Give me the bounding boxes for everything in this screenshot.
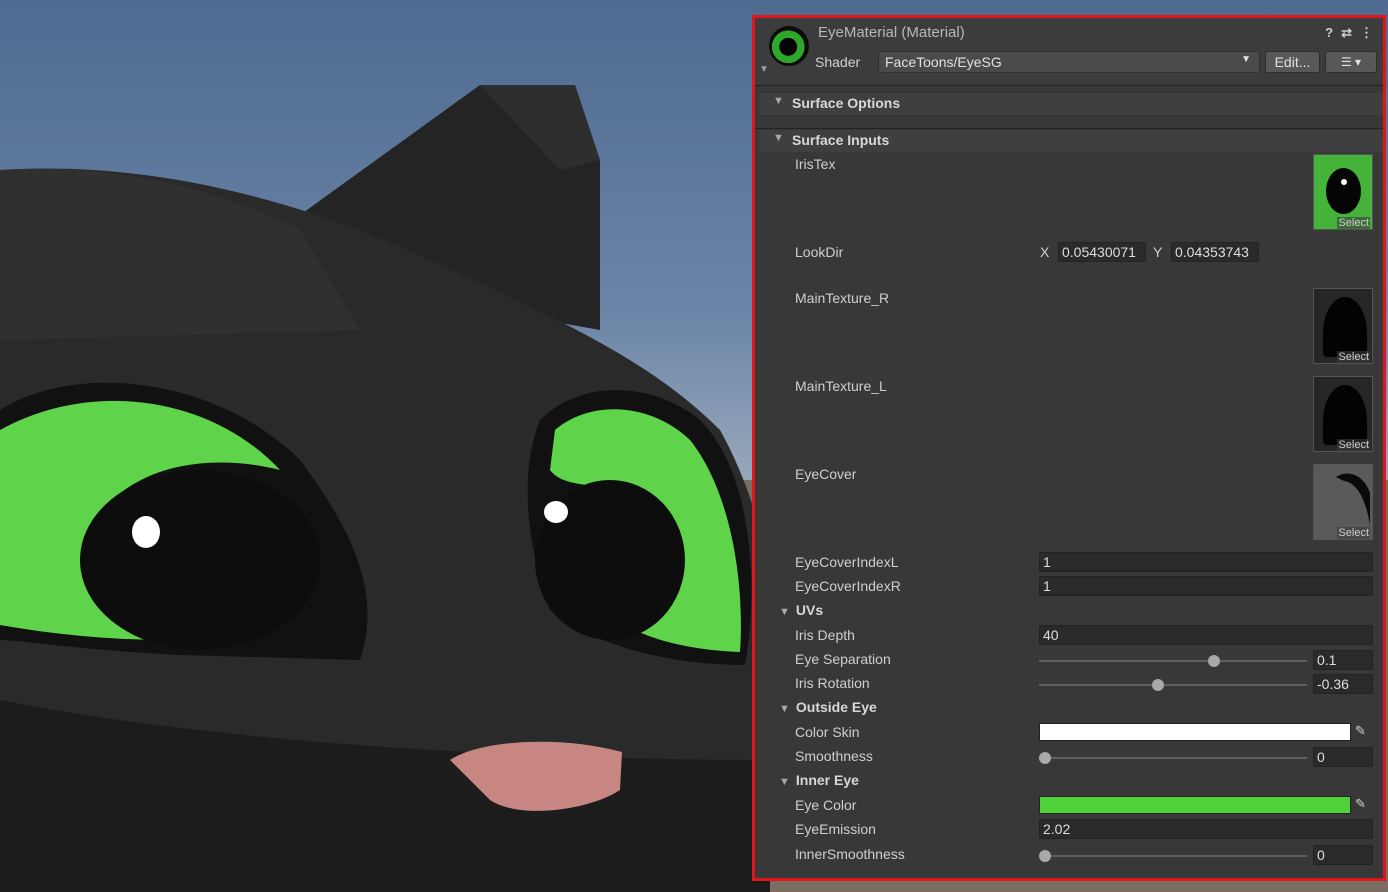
- foldout-arrow-icon: ▼: [773, 95, 784, 107]
- look-dir-y-field[interactable]: 0.04353743: [1171, 242, 1259, 262]
- eyedropper-icon[interactable]: ✎: [1355, 723, 1366, 739]
- texture-select-button[interactable]: Select: [1337, 439, 1370, 451]
- main-texture-r-slot[interactable]: Select: [1313, 288, 1373, 364]
- smoothness-field[interactable]: 0: [1313, 747, 1373, 767]
- iris-texture-slot[interactable]: Select: [1313, 154, 1373, 230]
- eye-color-label: Eye Color: [795, 797, 857, 813]
- material-title: EyeMaterial (Material): [818, 24, 965, 41]
- color-skin-swatch[interactable]: [1039, 723, 1351, 741]
- settings-sliders-icon[interactable]: ⇄: [1341, 25, 1352, 41]
- iris-highlight-preview: [1341, 179, 1347, 185]
- look-dir-x-field[interactable]: 0.05430071: [1058, 242, 1146, 262]
- eye-separation-slider[interactable]: [1039, 655, 1307, 667]
- shader-label: Shader: [815, 54, 861, 70]
- eye-separation-label: Eye Separation: [795, 651, 891, 667]
- main-texture-r-label: MainTexture_R: [795, 290, 890, 306]
- eye-cover-index-r-field[interactable]: 1: [1039, 576, 1373, 596]
- chevron-down-icon: ▼: [1241, 54, 1251, 65]
- header-icon-group: ? ⇄ ⋮: [1325, 25, 1373, 41]
- slider-thumb[interactable]: [1151, 679, 1164, 691]
- list-menu-button[interactable]: ☰ ▾: [1325, 51, 1377, 73]
- foldout-arrow-icon: ▼: [779, 606, 790, 618]
- shader-dropdown[interactable]: FaceToons/EyeSG ▼: [878, 51, 1260, 73]
- eyedropper-icon[interactable]: ✎: [1355, 796, 1366, 812]
- texture-select-button[interactable]: Select: [1337, 527, 1370, 539]
- foldout-arrow-icon: ▼: [779, 703, 790, 715]
- material-preview-icon: [769, 26, 809, 66]
- inner-smoothness-field[interactable]: 0: [1313, 845, 1373, 865]
- subsection-uvs[interactable]: ▼ UVs: [779, 602, 823, 618]
- color-skin-label: Color Skin: [795, 724, 860, 740]
- foldout-arrow-icon: ▼: [773, 132, 784, 144]
- shader-dropdown-value: FaceToons/EyeSG: [885, 54, 1002, 70]
- look-dir-y-label: Y: [1153, 244, 1163, 260]
- header-foldout-icon[interactable]: ▼: [759, 64, 769, 75]
- material-inspector-panel: ▼ EyeMaterial (Material) ? ⇄ ⋮ Shader Fa…: [752, 15, 1386, 881]
- texture-select-button[interactable]: Select: [1337, 217, 1370, 229]
- iris-tex-label: IrisTex: [795, 156, 836, 172]
- iris-depth-label: Iris Depth: [795, 627, 855, 643]
- eye-separation-field[interactable]: 0.1: [1313, 650, 1373, 670]
- inner-smoothness-slider[interactable]: [1039, 850, 1307, 862]
- look-dir-x-label: X: [1040, 244, 1050, 260]
- main-texture-l-label: MainTexture_L: [795, 378, 887, 394]
- eye-emission-label: EyeEmission: [795, 821, 876, 837]
- eye-cover-index-l-label: EyeCoverIndexL: [795, 554, 899, 570]
- subsection-inner-eye[interactable]: ▼ Inner Eye: [779, 772, 859, 788]
- section-title: Surface Inputs: [792, 132, 890, 148]
- subsection-title: Inner Eye: [795, 772, 859, 788]
- header-divider: [755, 85, 1383, 86]
- section-divider: [755, 128, 1383, 129]
- texture-preview-shape: [1323, 385, 1367, 445]
- slider-thumb[interactable]: [1207, 655, 1220, 667]
- iris-pupil-preview: [1326, 168, 1361, 214]
- section-surface-inputs[interactable]: ▼ Surface Inputs: [759, 130, 1383, 152]
- subsection-title: UVs: [795, 602, 824, 618]
- iris-depth-field[interactable]: 40: [1039, 625, 1373, 645]
- eye-cover-texture-slot[interactable]: Select: [1313, 464, 1373, 540]
- section-title: Surface Options: [792, 95, 901, 111]
- iris-rotation-field[interactable]: -0.36: [1313, 674, 1373, 694]
- subsection-outside-eye[interactable]: ▼ Outside Eye: [779, 699, 877, 715]
- look-dir-label: LookDir: [795, 244, 844, 260]
- inner-smoothness-label: InnerSmoothness: [795, 846, 905, 862]
- texture-preview-shape: [1323, 297, 1367, 357]
- edit-shader-button[interactable]: Edit...: [1265, 51, 1320, 73]
- help-icon[interactable]: ?: [1325, 25, 1333, 41]
- eye-color-swatch[interactable]: [1039, 796, 1351, 814]
- eye-emission-field[interactable]: 2.02: [1039, 819, 1373, 839]
- main-texture-l-slot[interactable]: Select: [1313, 376, 1373, 452]
- iris-rotation-label: Iris Rotation: [795, 675, 870, 691]
- iris-rotation-slider[interactable]: [1039, 679, 1307, 691]
- more-vert-icon[interactable]: ⋮: [1360, 25, 1373, 41]
- slider-thumb[interactable]: [1039, 850, 1051, 862]
- subsection-title: Outside Eye: [795, 699, 877, 715]
- eye-cover-label: EyeCover: [795, 466, 857, 482]
- smoothness-label: Smoothness: [795, 748, 873, 764]
- section-surface-options[interactable]: ▼ Surface Options: [759, 93, 1383, 115]
- foldout-arrow-icon: ▼: [779, 776, 790, 788]
- eye-cover-index-r-label: EyeCoverIndexR: [795, 578, 901, 594]
- texture-select-button[interactable]: Select: [1337, 351, 1370, 363]
- eye-cover-index-l-field[interactable]: 1: [1039, 552, 1373, 572]
- smoothness-slider[interactable]: [1039, 752, 1307, 764]
- inspector-header: ▼ EyeMaterial (Material) ? ⇄ ⋮ Shader Fa…: [755, 18, 1383, 84]
- slider-thumb[interactable]: [1039, 752, 1051, 764]
